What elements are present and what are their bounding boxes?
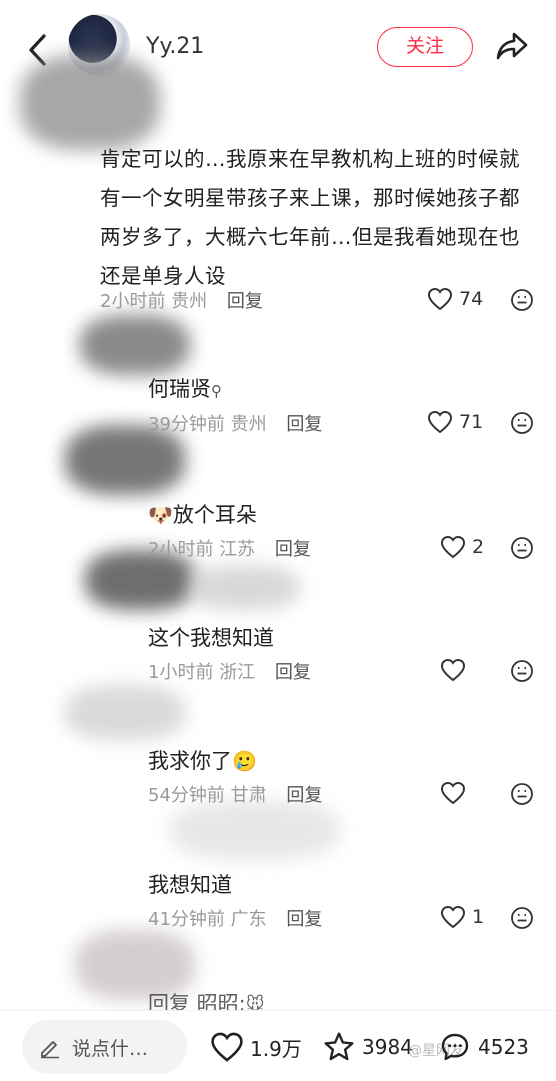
- comment-meta: 2小时前 贵州 回复: [100, 287, 263, 313]
- heart-icon: [440, 658, 466, 682]
- follow-button[interactable]: 关注: [377, 27, 473, 67]
- reply-meta: 2小时前 江苏 回复: [148, 535, 311, 561]
- reply-text-value: 我求你了: [148, 749, 232, 773]
- reply-button[interactable]: 回复: [227, 291, 263, 312]
- reply-button[interactable]: 回复: [286, 414, 322, 435]
- reply-text: 🐶放个耳朵: [148, 499, 257, 529]
- star-icon: [324, 1032, 354, 1061]
- heart-icon: [440, 781, 466, 805]
- favorite-count: 3984: [362, 1035, 413, 1059]
- heart-icon: [427, 287, 453, 311]
- smile-icon[interactable]: [510, 782, 534, 806]
- reply-text: 何瑞贤⚲: [148, 373, 222, 403]
- reply-time: 54分钟前: [148, 785, 225, 806]
- reply-button[interactable]: 回复: [286, 785, 322, 806]
- reply-text-value: 何瑞贤: [148, 377, 211, 401]
- smile-icon[interactable]: [510, 411, 534, 435]
- reply-time: 1小时前: [148, 662, 214, 683]
- like-count: 1: [472, 906, 485, 928]
- censor-blur: [190, 565, 300, 610]
- reply-time: 41分钟前: [148, 909, 225, 930]
- reply-meta: 41分钟前 广东 回复: [148, 905, 322, 931]
- heart-icon: [427, 410, 453, 434]
- like-count: 2: [472, 536, 485, 558]
- smile-icon[interactable]: [510, 659, 534, 683]
- share-icon[interactable]: [494, 28, 530, 64]
- search-icon[interactable]: ⚲: [211, 382, 222, 400]
- like-button[interactable]: 74: [427, 287, 483, 311]
- reply-meta: 1小时前 浙江 回复: [148, 658, 311, 684]
- like-button[interactable]: 1: [440, 905, 484, 929]
- like-total: 1.9万: [250, 1036, 302, 1061]
- heart-icon: [440, 905, 466, 929]
- comment-input-placeholder: 说点什…: [72, 1037, 149, 1060]
- chat-icon: [441, 1033, 469, 1061]
- favorite-button[interactable]: 3984: [322, 1031, 413, 1063]
- sticker-emoji-icon: 🥲: [232, 749, 257, 773]
- heart-icon: [440, 535, 466, 559]
- reply-meta: 39分钟前 贵州 回复: [148, 410, 322, 436]
- reply-text: 这个我想知道: [148, 626, 274, 650]
- comment-count: 4523: [478, 1035, 529, 1059]
- reply-location: 贵州: [230, 414, 267, 435]
- like-count: 71: [459, 411, 484, 433]
- comment-count-button[interactable]: 4523: [438, 1031, 529, 1063]
- reply-button[interactable]: 回复: [275, 539, 311, 560]
- like-button[interactable]: 71: [427, 410, 483, 434]
- reply-button[interactable]: 回复: [286, 909, 322, 930]
- reply-text: 我想知道: [148, 873, 232, 897]
- like-button[interactable]: 2: [440, 535, 484, 559]
- comment-time: 2小时前: [100, 291, 166, 312]
- comment-location: 贵州: [171, 291, 208, 312]
- like-count: 74: [459, 288, 484, 310]
- reply-location: 甘肃: [230, 785, 267, 806]
- reply-time: 39分钟前: [148, 414, 225, 435]
- reply-location: 浙江: [219, 662, 256, 683]
- reply-location: 江苏: [219, 539, 256, 560]
- comment-text: 肯定可以的…我原来在早教机构上班的时候就有一个女明星带孩子来上课，那时候她孩子都…: [100, 147, 520, 288]
- comment-input[interactable]: 说点什…: [22, 1020, 187, 1074]
- reply-text: 我求你了🥲: [148, 745, 257, 775]
- censor-blur: [65, 685, 185, 740]
- like-button[interactable]: [440, 781, 466, 805]
- smile-icon[interactable]: [510, 288, 534, 312]
- censor-blur: [170, 800, 340, 860]
- censor-blur: [20, 55, 160, 150]
- reply-button[interactable]: 回复: [275, 662, 311, 683]
- username[interactable]: Yy.21: [146, 34, 204, 59]
- pencil-icon: [41, 1041, 59, 1059]
- dog-emoji-icon: 🐶: [148, 503, 173, 527]
- heart-icon: [211, 1032, 243, 1062]
- reply-location: 广东: [230, 909, 267, 930]
- like-button[interactable]: [440, 658, 466, 682]
- reply-meta: 54分钟前 甘肃 回复: [148, 781, 322, 807]
- censor-blur: [80, 315, 190, 375]
- like-total-button[interactable]: 1.9万: [210, 1031, 302, 1063]
- smile-icon[interactable]: [510, 906, 534, 930]
- reply-time: 2小时前: [148, 539, 214, 560]
- reply-text-value: 放个耳朵: [172, 503, 257, 527]
- smile-icon[interactable]: [510, 536, 534, 560]
